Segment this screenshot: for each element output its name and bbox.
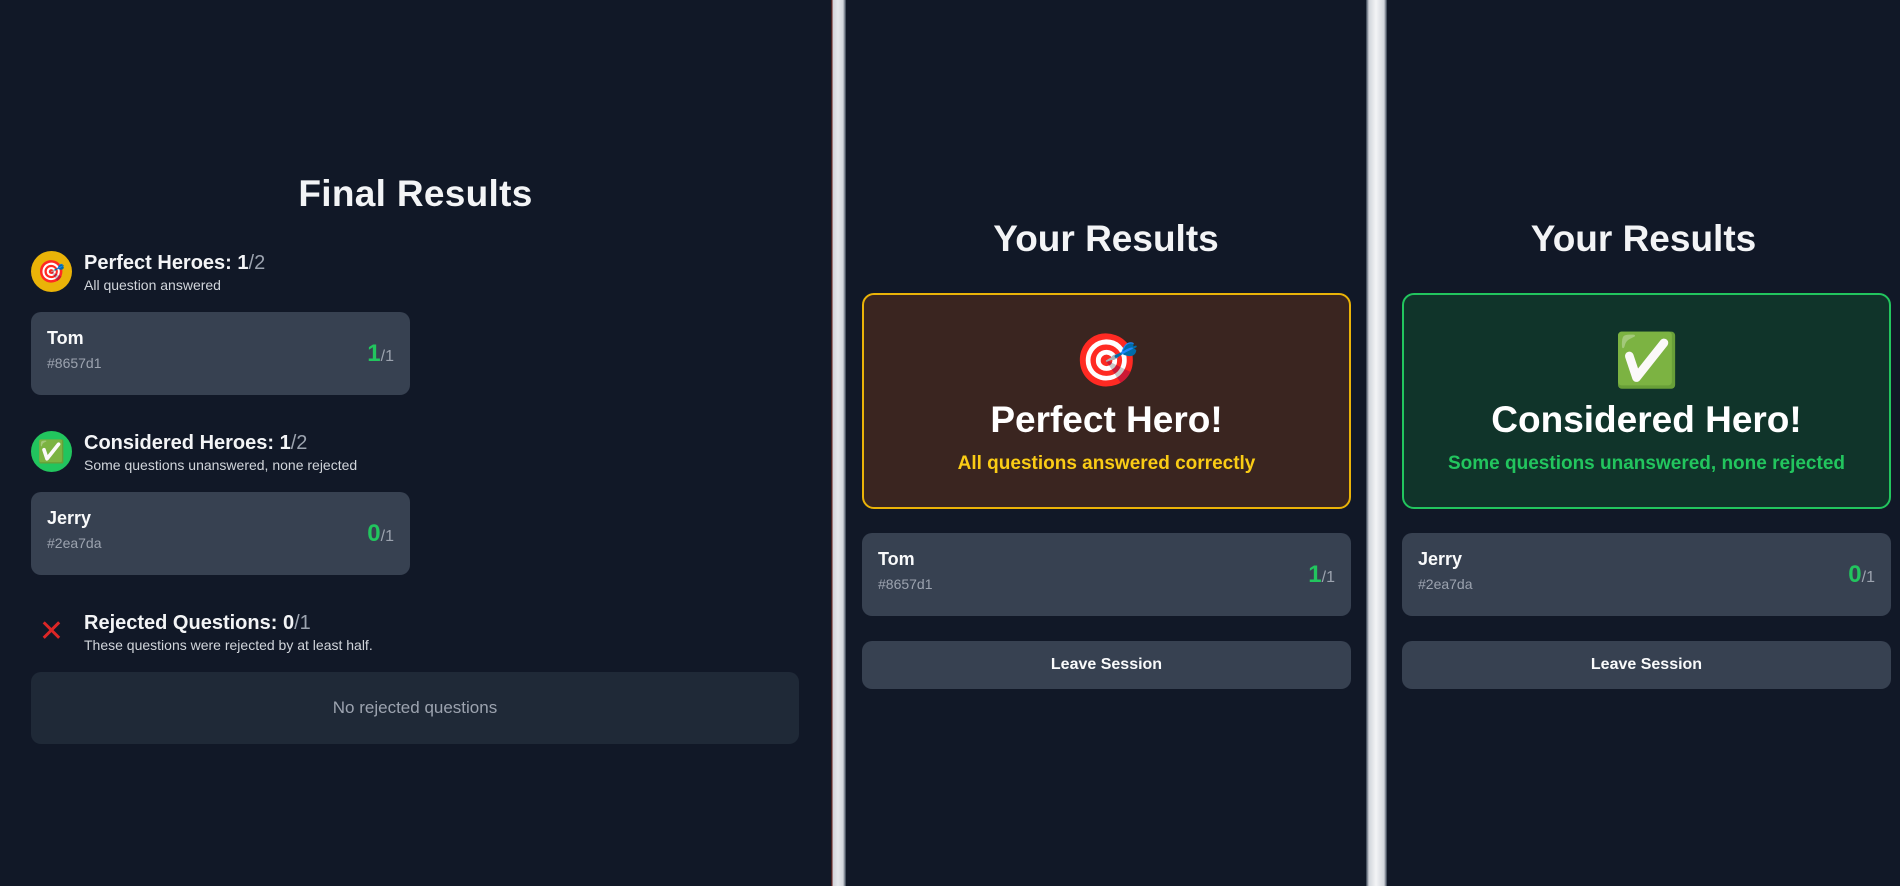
app-frame: Final Results 🎯 Perfect Heroes: 1/2 All …	[0, 0, 1900, 886]
leave-session-button[interactable]: Leave Session	[862, 641, 1351, 689]
hero-subtitle: Some questions unanswered, none rejected	[1448, 453, 1845, 474]
considered-heroes-count: 1	[279, 432, 291, 454]
rejected-questions-total: /1	[294, 612, 311, 634]
considered-heroes-subtitle: Some questions unanswered, none rejected	[84, 457, 358, 473]
player-id: #2ea7da	[1418, 576, 1473, 592]
player-name: Tom	[878, 549, 915, 569]
considered-heroes-total: /2	[290, 432, 308, 454]
player-score: 1/1	[367, 340, 394, 367]
considered-heroes-label: Considered Heroes:	[84, 432, 280, 454]
no-rejected-questions: No rejected questions	[31, 672, 799, 744]
tom-results-panel: Your Results 🎯 Perfect Hero! All questio…	[845, 0, 1367, 886]
player-name: Jerry	[47, 508, 92, 528]
player-id: #2ea7da	[47, 535, 102, 551]
player-score: 0/1	[367, 520, 394, 547]
perfect-heroes-label: Perfect Heroes:	[84, 252, 238, 274]
rejected-questions-label: Rejected Questions:	[84, 612, 283, 634]
cross-icon: ✕	[38, 615, 65, 648]
check-icon: ✅	[1614, 332, 1679, 390]
rejected-questions-header: ✕ Rejected Questions: 0/1 These question…	[31, 611, 373, 655]
target-icon: 🎯	[31, 251, 72, 292]
player-card-tom: Tom #8657d1 1/1	[31, 312, 410, 395]
perfect-heroes-header: 🎯 Perfect Heroes: 1/2 All question answe…	[31, 251, 265, 295]
hero-title: Considered Hero!	[1491, 399, 1802, 440]
rejected-questions-subtitle: These questions were rejected by at leas…	[84, 637, 373, 653]
final-results-panel: Final Results 🎯 Perfect Heroes: 1/2 All …	[0, 0, 831, 886]
player-card-jerry: Jerry #2ea7da 0/1	[1402, 533, 1891, 616]
player-score: 1/1	[1308, 561, 1335, 588]
player-name: Tom	[47, 328, 84, 348]
rejected-questions-count: 0	[282, 612, 295, 634]
player-card-tom: Tom #8657d1 1/1	[862, 533, 1351, 616]
page-title: Your Results	[1530, 218, 1757, 259]
window-divider[interactable]	[1367, 0, 1386, 886]
player-id: #8657d1	[47, 355, 102, 371]
target-icon: 🎯	[1074, 332, 1139, 390]
window-divider[interactable]	[831, 0, 845, 886]
leave-session-button[interactable]: Leave Session	[1402, 641, 1891, 689]
page-title: Final Results	[298, 173, 533, 214]
player-id: #8657d1	[878, 576, 933, 592]
considered-hero-card: ✅ Considered Hero! Some questions unansw…	[1402, 293, 1891, 509]
player-score: 0/1	[1848, 561, 1875, 588]
page-title: Your Results	[993, 218, 1219, 259]
perfect-hero-card: 🎯 Perfect Hero! All questions answered c…	[862, 293, 1351, 509]
player-name: Jerry	[1418, 549, 1463, 569]
hero-title: Perfect Hero!	[990, 399, 1223, 440]
hero-subtitle: All questions answered correctly	[957, 453, 1256, 474]
check-icon: ✅	[31, 431, 72, 472]
player-card-jerry: Jerry #2ea7da 0/1	[31, 492, 410, 575]
perfect-heroes-subtitle: All question answered	[84, 277, 221, 293]
perfect-heroes-total: /2	[248, 252, 266, 274]
perfect-heroes-count: 1	[237, 252, 249, 274]
jerry-results-panel: Your Results ✅ Considered Hero! Some que…	[1386, 0, 1900, 886]
considered-heroes-header: ✅ Considered Heroes: 1/2 Some questions …	[31, 431, 357, 475]
